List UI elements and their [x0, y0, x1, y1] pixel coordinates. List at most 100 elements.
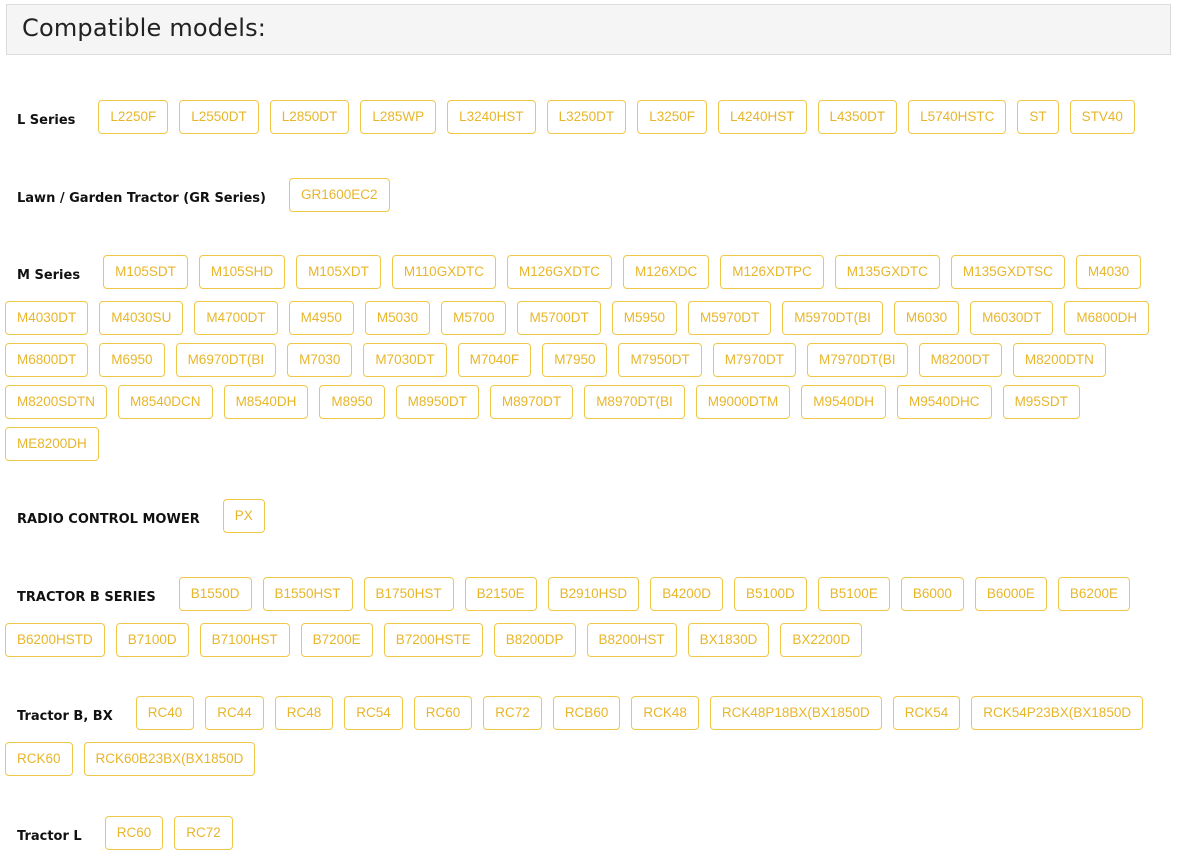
model-chip[interactable]: M9540DH — [801, 385, 887, 419]
model-chip[interactable]: M6030DT — [970, 301, 1054, 335]
model-chip[interactable]: M135GXDTC — [834, 255, 940, 289]
model-chip[interactable]: B7100D — [115, 623, 189, 657]
model-chip[interactable]: ME8200DH — [5, 427, 99, 461]
model-chip[interactable]: B6200HSTD — [5, 623, 105, 657]
model-chip[interactable]: M126GXDTC — [506, 255, 612, 289]
model-chip[interactable]: B7100HST — [199, 623, 290, 657]
model-chip[interactable]: RCK48P18BX(BX1850D — [709, 696, 882, 730]
model-chip[interactable]: BX2200D — [780, 623, 863, 657]
model-chip[interactable]: L5740HSTC — [908, 100, 1007, 134]
model-chip[interactable]: M8950 — [319, 385, 385, 419]
model-chip[interactable]: B8200DP — [493, 623, 576, 657]
model-chip[interactable]: L2550DT — [179, 100, 259, 134]
model-chip[interactable]: RCK60B23BX(BX1850D — [83, 742, 256, 776]
model-chip[interactable]: B4200D — [650, 577, 723, 611]
model-chip[interactable]: M95SDT — [1002, 385, 1080, 419]
model-chip[interactable]: RC40 — [135, 696, 195, 730]
model-chip[interactable]: M105SHD — [198, 255, 286, 289]
model-chip[interactable]: M8540DH — [223, 385, 309, 419]
model-chip[interactable]: RCK54P23BX(BX1850D — [971, 696, 1144, 730]
model-chip[interactable]: RC48 — [274, 696, 334, 730]
model-chip[interactable]: B6000E — [974, 577, 1047, 611]
model-chip[interactable]: M7040F — [457, 343, 532, 377]
model-chip[interactable]: B1550D — [178, 577, 252, 611]
model-chip[interactable]: M8970DT(BI — [584, 385, 685, 419]
model-chip[interactable]: RCB60 — [552, 696, 621, 730]
model-chip[interactable]: M6800DT — [5, 343, 89, 377]
model-chip[interactable]: M9540DHC — [897, 385, 992, 419]
model-chip[interactable]: ST — [1017, 100, 1059, 134]
model-chip[interactable]: M8970DT — [489, 385, 574, 419]
model-chip[interactable]: M5970DT(BI — [782, 301, 883, 335]
model-chip[interactable]: M126XDTPC — [720, 255, 824, 289]
series-group-l-series: L Series L2250F L2550DT L2850DT L285WP L3240… — [5, 96, 1175, 146]
model-chip[interactable]: M4030DT — [5, 301, 89, 335]
model-chip[interactable]: M105XDT — [296, 255, 381, 289]
model-chip[interactable]: L2850DT — [269, 100, 350, 134]
model-chip[interactable]: M5950 — [611, 301, 678, 335]
model-chip[interactable]: M7970DT(BI — [807, 343, 908, 377]
model-chip[interactable]: B2150E — [464, 577, 537, 611]
model-chip[interactable]: M9000DTM — [695, 385, 791, 419]
series-label: Lawn / Garden Tractor (GR Series) — [17, 191, 266, 206]
model-chip[interactable]: M4030SU — [99, 301, 184, 335]
model-chip[interactable]: B7200E — [300, 623, 373, 657]
model-chip[interactable]: L3240HST — [447, 100, 536, 134]
model-chip[interactable]: L4350DT — [817, 100, 898, 134]
model-chip[interactable]: M8200SDTN — [5, 385, 108, 419]
model-chip[interactable]: M6950 — [99, 343, 165, 377]
compatible-models-page: Compatible models: L Series L2250F L2550D… — [0, 0, 1180, 868]
model-chip[interactable]: M135GXDTSC — [950, 255, 1065, 289]
model-chip[interactable]: RCK60 — [5, 742, 73, 776]
model-chip[interactable]: RC60 — [413, 696, 473, 730]
model-chip[interactable]: M7970DT — [712, 343, 797, 377]
model-chip[interactable]: M6030 — [893, 301, 960, 335]
model-chip[interactable]: RCK54 — [892, 696, 961, 730]
model-chip[interactable]: B2910HSD — [547, 577, 640, 611]
model-chip[interactable]: M8200DTN — [1012, 343, 1106, 377]
model-chip[interactable]: M7950DT — [618, 343, 702, 377]
model-chip[interactable]: RC72 — [174, 816, 233, 850]
model-chip[interactable]: M6800DH — [1064, 301, 1150, 335]
model-chip[interactable]: L2250F — [98, 100, 169, 134]
model-chip[interactable]: M8540DCN — [118, 385, 213, 419]
model-chip[interactable]: STV40 — [1069, 100, 1135, 134]
model-chip[interactable]: B6200E — [1057, 577, 1130, 611]
model-chip[interactable]: M4030 — [1075, 255, 1142, 289]
model-chip[interactable]: RC44 — [205, 696, 264, 730]
model-chip[interactable]: M8950DT — [395, 385, 479, 419]
model-chip[interactable]: M4700DT — [194, 301, 278, 335]
model-chip[interactable]: M6970DT(BI — [175, 343, 277, 377]
model-chip[interactable]: L4240HST — [717, 100, 807, 134]
model-chip[interactable]: M110GXDTC — [391, 255, 496, 289]
model-chip[interactable]: GR1600EC2 — [288, 178, 390, 212]
model-chip[interactable]: B7200HSTE — [383, 623, 483, 657]
model-chip[interactable]: BX1830D — [687, 623, 770, 657]
model-chip[interactable]: RC60 — [104, 816, 164, 850]
model-chip[interactable]: B8200HST — [586, 623, 677, 657]
model-chip[interactable]: RC72 — [483, 696, 542, 730]
model-chip[interactable]: L3250DT — [546, 100, 627, 134]
model-chip[interactable]: M5700 — [441, 301, 507, 335]
series-label: TRACTOR B SERIES — [17, 590, 156, 605]
model-chip[interactable]: M7030 — [287, 343, 353, 377]
model-chip[interactable]: RC54 — [344, 696, 403, 730]
model-chip[interactable]: RCK48 — [631, 696, 699, 730]
model-chip[interactable]: M8200DT — [918, 343, 1002, 377]
model-chip[interactable]: L3250F — [637, 100, 707, 134]
model-chip[interactable]: PX — [222, 499, 265, 533]
model-chip[interactable]: B1550HST — [262, 577, 353, 611]
model-chip[interactable]: M4950 — [288, 301, 354, 335]
model-chip[interactable]: M126XDC — [622, 255, 710, 289]
model-chip[interactable]: M7950 — [542, 343, 608, 377]
model-chip[interactable]: M5030 — [364, 301, 431, 335]
model-chip[interactable]: B5100E — [817, 577, 890, 611]
model-chip[interactable]: B5100D — [733, 577, 807, 611]
model-chip[interactable]: M5970DT — [688, 301, 772, 335]
model-chip[interactable]: M105SDT — [103, 255, 188, 289]
model-chip[interactable]: M7030DT — [363, 343, 447, 377]
model-chip[interactable]: M5700DT — [517, 301, 601, 335]
model-chip[interactable]: L285WP — [360, 100, 437, 134]
model-chip[interactable]: B6000 — [900, 577, 964, 611]
model-chip[interactable]: B1750HST — [363, 577, 454, 611]
